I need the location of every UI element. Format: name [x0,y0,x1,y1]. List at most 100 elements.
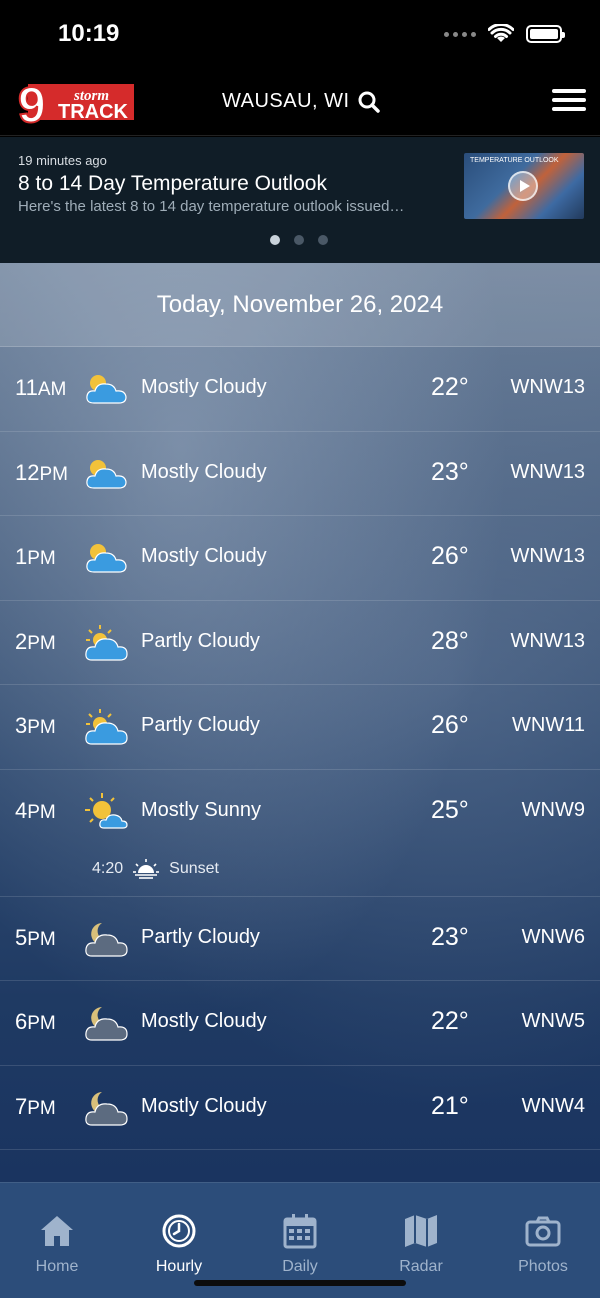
sunset-info: 4:20 Sunset [92,858,219,880]
pager-dot[interactable] [270,235,280,245]
hour-wind: WNW13 [510,545,585,567]
hour-condition: Mostly Cloudy [141,1010,267,1032]
date-header: Today, November 26, 2024 [0,263,600,347]
hour-row[interactable]: 1PM Mostly Cloudy 26° WNW13 [0,516,600,601]
tab-bar: Home Hourly Daily Radar Photos [0,1182,600,1298]
hamburger-menu-icon[interactable] [552,89,586,115]
tab-label: Hourly [155,1258,203,1275]
hour-row[interactable]: 2PM Partly Cloudy 28° WNW13 [0,601,600,685]
hour-time: 1PM [15,544,56,570]
play-icon[interactable] [508,171,538,201]
hour-temperature: 28° [431,626,469,655]
hour-condition: Partly Cloudy [141,714,260,736]
hour-row[interactable]: 4PM Mostly Sunny 25° WNW9 4:20 Sunset [0,770,600,897]
tab-label: Home [35,1258,79,1275]
tab-daily[interactable]: Daily [250,1213,350,1276]
news-title[interactable]: 8 to 14 Day Temperature Outlook [18,172,327,196]
hour-row[interactable]: 12PM Mostly Cloudy 23° WNW13 [0,432,600,516]
camera-icon [525,1216,561,1247]
location-selector[interactable]: WAUSAU, WI [222,90,380,113]
hour-time: 5PM [15,925,56,951]
hour-time: 6PM [15,1009,56,1035]
hour-temperature: 26° [431,542,469,570]
home-indicator [194,1280,406,1286]
sunset-icon [133,858,160,880]
tab-label: Photos [518,1258,568,1275]
hour-temperature: 22° [431,373,469,401]
hour-number: 4 [15,797,28,823]
hour-wind: WNW5 [521,1010,585,1032]
tab-label: Radar [399,1258,443,1275]
hour-number: 6 [15,1009,28,1034]
hour-number: 5 [15,924,28,950]
news-pager[interactable] [270,235,328,245]
hour-wind: WNW13 [510,629,585,652]
hour-time: 4PM [15,798,56,824]
hour-time: 12PM [15,460,68,486]
hour-condition: Mostly Cloudy [141,376,267,398]
hour-wind: WNW13 [510,376,585,398]
sun-cloud-icon [84,538,128,578]
thumb-label: TEMPERATURE OUTLOOK [470,157,559,164]
partly-cloudy-icon [84,707,128,747]
hour-temperature: 22° [431,1007,469,1035]
hour-wind: WNW9 [521,798,585,821]
hour-condition: Mostly Sunny [141,798,262,821]
hour-time: 11AM [15,375,66,401]
sun-cloud-icon [84,454,128,494]
hour-suffix: PM [27,717,56,738]
hour-row[interactable]: 3PM Partly Cloudy 26° WNW11 [0,685,600,770]
status-time: 10:19 [58,20,120,47]
hour-temperature: 26° [431,711,469,739]
hour-time: 2PM [15,629,56,655]
hour-temperature: 23° [431,922,469,951]
hour-time: 3PM [15,713,56,739]
hour-condition: Mostly Cloudy [141,545,267,567]
hour-condition: Mostly Cloudy [141,460,267,483]
map-icon [405,1215,437,1247]
location-label: WAUSAU, WI [222,90,350,112]
moon-cloud-icon [84,919,128,959]
news-banner[interactable]: 19 minutes ago 8 to 14 Day Temperature O… [0,137,600,263]
tab-radar[interactable]: Radar [371,1213,471,1276]
storm-track-logo[interactable]: 9 storm TRACK [18,78,136,128]
hour-wind: WNW13 [510,460,585,483]
calendar-icon [283,1214,317,1249]
logo-bottom: TRACK [58,101,129,123]
status-bar: 10:19 [0,0,600,70]
sunset-time: 4:20 [92,859,124,877]
hour-row[interactable]: 11AM Mostly Cloudy 22° WNW13 [0,347,600,432]
hour-row[interactable]: 7PM Mostly Cloudy 21° WNW4 [0,1066,600,1150]
hour-number: 3 [15,713,28,738]
hour-row[interactable]: 5PM Partly Cloudy 23° WNW6 [0,897,600,981]
hour-temperature: 21° [431,1091,469,1120]
home-icon [41,1216,73,1246]
mostly-sunny-icon [84,792,128,832]
sunset-label: Sunset [169,859,219,877]
hour-number: 11 [15,375,38,400]
hour-condition: Partly Cloudy [141,925,260,948]
moon-cloud-icon [84,1003,128,1043]
moon-cloud-icon [84,1088,128,1128]
hour-row[interactable]: 6PM Mostly Cloudy 22° WNW5 [0,981,600,1066]
hour-suffix: PM [27,548,56,569]
signal-icon [444,31,476,37]
tab-hourly[interactable]: Hourly [129,1213,229,1276]
hour-time: 7PM [15,1094,56,1120]
hourly-list[interactable]: 11AM Mostly Cloudy 22° WNW13 12PM Mostly Clou… [0,347,600,1150]
hour-suffix: PM [27,928,56,950]
hour-wind: WNW11 [512,714,585,736]
hour-wind: WNW6 [521,925,585,948]
hour-suffix: AM [37,379,67,400]
pager-dot[interactable] [294,235,304,245]
logo-number: 9 [18,78,46,128]
pager-dot[interactable] [318,235,328,245]
hour-number: 7 [15,1093,28,1119]
hour-temperature: 23° [431,457,469,486]
hourly-forecast[interactable]: Today, November 26, 2024 11AM Mostly Clou… [0,263,600,1183]
tab-photos[interactable]: Photos [493,1213,593,1276]
news-subtitle: Here's the latest 8 to 14 day temperatur… [18,198,405,215]
news-video-thumbnail[interactable]: TEMPERATURE OUTLOOK [464,153,584,219]
tab-home[interactable]: Home [7,1213,107,1276]
hour-suffix: PM [27,1013,56,1034]
